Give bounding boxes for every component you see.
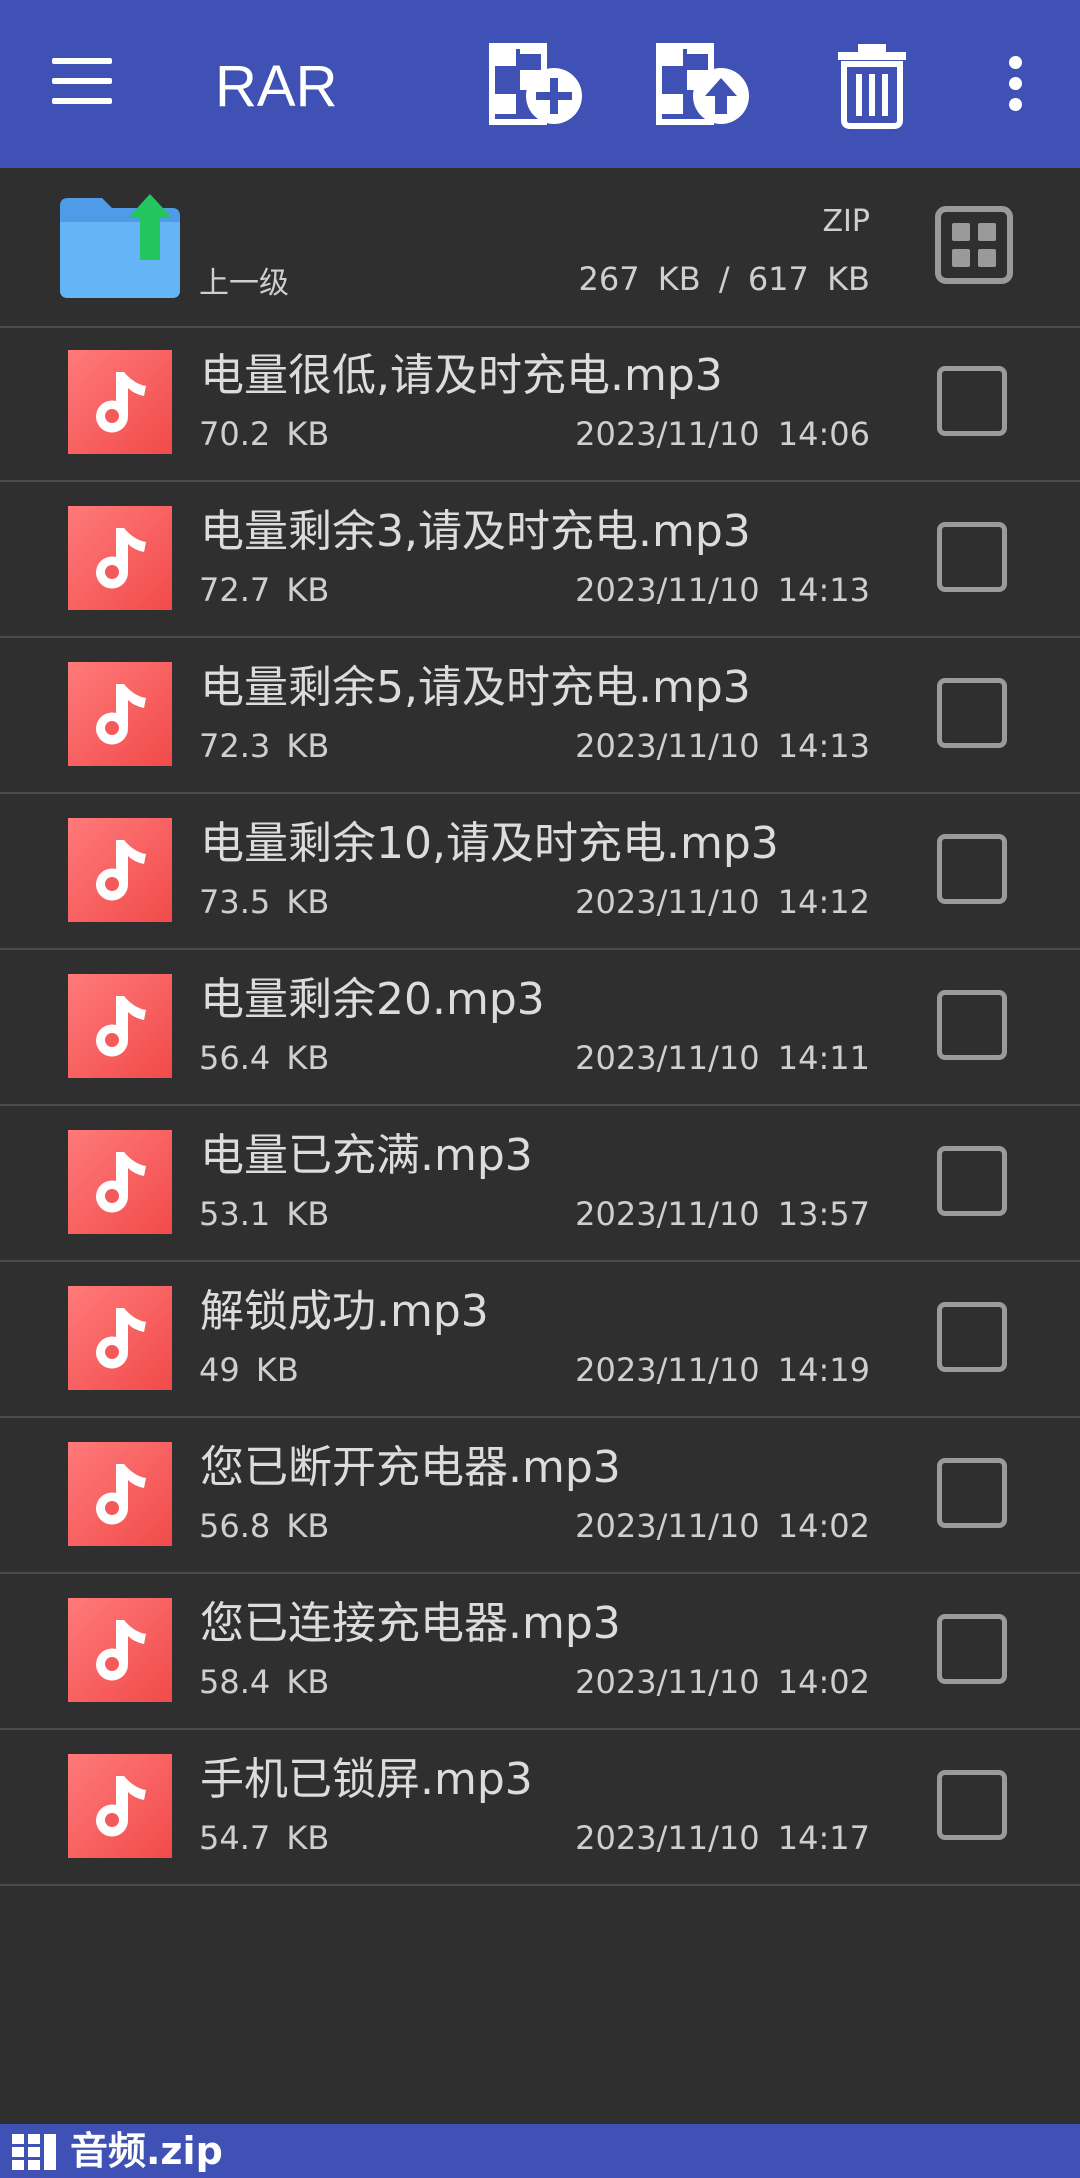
select-checkbox[interactable]: [937, 1770, 1007, 1840]
music-file-icon: [68, 662, 172, 766]
music-file-icon: [68, 1130, 172, 1234]
status-bar: 音频.zip: [0, 2124, 1080, 2178]
file-size: 72.7 KB: [199, 571, 330, 609]
folder-up-icon: [58, 194, 182, 298]
file-date: 2023/11/10 14:17: [575, 1819, 870, 1857]
file-row[interactable]: 电量剩余3,请及时充电.mp3 72.7 KB 2023/11/10 14:13: [0, 482, 1080, 638]
file-date: 2023/11/10 14:02: [575, 1663, 870, 1701]
file-row[interactable]: 电量剩余5,请及时充电.mp3 72.3 KB 2023/11/10 14:13: [0, 638, 1080, 794]
file-name: 电量已充满.mp3: [200, 1130, 533, 1181]
archive-size-label: 267 KB / 617 KB: [578, 260, 871, 298]
grid-view-icon[interactable]: [935, 206, 1013, 284]
select-checkbox[interactable]: [937, 1146, 1007, 1216]
music-file-icon: [68, 818, 172, 922]
select-checkbox[interactable]: [937, 366, 1007, 436]
menu-icon[interactable]: [52, 58, 112, 104]
file-size: 56.4 KB: [199, 1039, 330, 1077]
music-file-icon: [68, 506, 172, 610]
file-date: 2023/11/10 14:12: [575, 883, 870, 921]
archive-extract-icon: [656, 43, 749, 125]
file-date: 2023/11/10 14:06: [575, 415, 870, 453]
archive-add-icon: [489, 43, 582, 125]
file-row[interactable]: 电量已充满.mp3 53.1 KB 2023/11/10 13:57: [0, 1106, 1080, 1262]
file-date: 2023/11/10 14:19: [575, 1351, 870, 1389]
app-bar: RAR: [0, 0, 1080, 168]
file-size: 53.1 KB: [199, 1195, 330, 1233]
music-file-icon: [68, 1598, 172, 1702]
file-name: 电量剩余3,请及时充电.mp3: [200, 506, 751, 557]
archive-grid-icon: [12, 2134, 56, 2170]
file-row[interactable]: 您已断开充电器.mp3 56.8 KB 2023/11/10 14:02: [0, 1418, 1080, 1574]
file-date: 2023/11/10 14:11: [575, 1039, 870, 1077]
file-name: 您已连接充电器.mp3: [200, 1598, 621, 1649]
file-size: 56.8 KB: [199, 1507, 330, 1545]
file-date: 2023/11/10 14:13: [575, 571, 870, 609]
file-date: 2023/11/10 14:13: [575, 727, 870, 765]
select-checkbox[interactable]: [937, 834, 1007, 904]
select-checkbox[interactable]: [937, 678, 1007, 748]
delete-button[interactable]: [832, 40, 912, 130]
file-date: 2023/11/10 14:02: [575, 1507, 870, 1545]
select-checkbox[interactable]: [937, 1302, 1007, 1372]
file-size: 54.7 KB: [199, 1819, 330, 1857]
select-checkbox[interactable]: [937, 1458, 1007, 1528]
file-row[interactable]: 您已连接充电器.mp3 58.4 KB 2023/11/10 14:02: [0, 1574, 1080, 1730]
file-name: 电量很低,请及时充电.mp3: [200, 350, 723, 401]
select-checkbox[interactable]: [937, 1614, 1007, 1684]
music-file-icon: [68, 974, 172, 1078]
music-file-icon: [68, 1754, 172, 1858]
parent-directory-label: 上一级: [199, 266, 289, 301]
file-name: 解锁成功.mp3: [200, 1286, 489, 1337]
app-title: RAR: [215, 54, 338, 119]
extract-archive-button[interactable]: [655, 40, 755, 130]
file-name: 您已断开充电器.mp3: [200, 1442, 621, 1493]
file-name: 电量剩余20.mp3: [200, 974, 545, 1025]
more-vert-icon[interactable]: [1000, 56, 1030, 112]
music-file-icon: [68, 1442, 172, 1546]
file-row[interactable]: 手机已锁屏.mp3 54.7 KB 2023/11/10 14:17: [0, 1730, 1080, 1886]
file-row[interactable]: 电量剩余20.mp3 56.4 KB 2023/11/10 14:11: [0, 950, 1080, 1106]
trash-icon: [838, 44, 906, 129]
file-name: 电量剩余5,请及时充电.mp3: [200, 662, 751, 713]
select-checkbox[interactable]: [937, 990, 1007, 1060]
file-date: 2023/11/10 13:57: [575, 1195, 870, 1233]
file-size: 58.4 KB: [199, 1663, 330, 1701]
add-to-archive-button[interactable]: [488, 40, 588, 130]
select-checkbox[interactable]: [937, 522, 1007, 592]
file-name: 电量剩余10,请及时充电.mp3: [200, 818, 779, 869]
parent-directory-row[interactable]: 上一级 ZIP 267 KB / 617 KB: [0, 168, 1080, 328]
archive-name: 音频.zip: [70, 2129, 223, 2173]
file-row[interactable]: 电量剩余10,请及时充电.mp3 73.5 KB 2023/11/10 14:12: [0, 794, 1080, 950]
archive-type-label: ZIP: [822, 204, 871, 239]
music-file-icon: [68, 1286, 172, 1390]
file-size: 73.5 KB: [199, 883, 330, 921]
file-size: 72.3 KB: [199, 727, 330, 765]
music-file-icon: [68, 350, 172, 454]
file-size: 49 KB: [199, 1351, 299, 1389]
file-name: 手机已锁屏.mp3: [200, 1754, 533, 1805]
file-row[interactable]: 电量很低,请及时充电.mp3 70.2 KB 2023/11/10 14:06: [0, 326, 1080, 482]
file-row[interactable]: 解锁成功.mp3 49 KB 2023/11/10 14:19: [0, 1262, 1080, 1418]
file-size: 70.2 KB: [199, 415, 330, 453]
